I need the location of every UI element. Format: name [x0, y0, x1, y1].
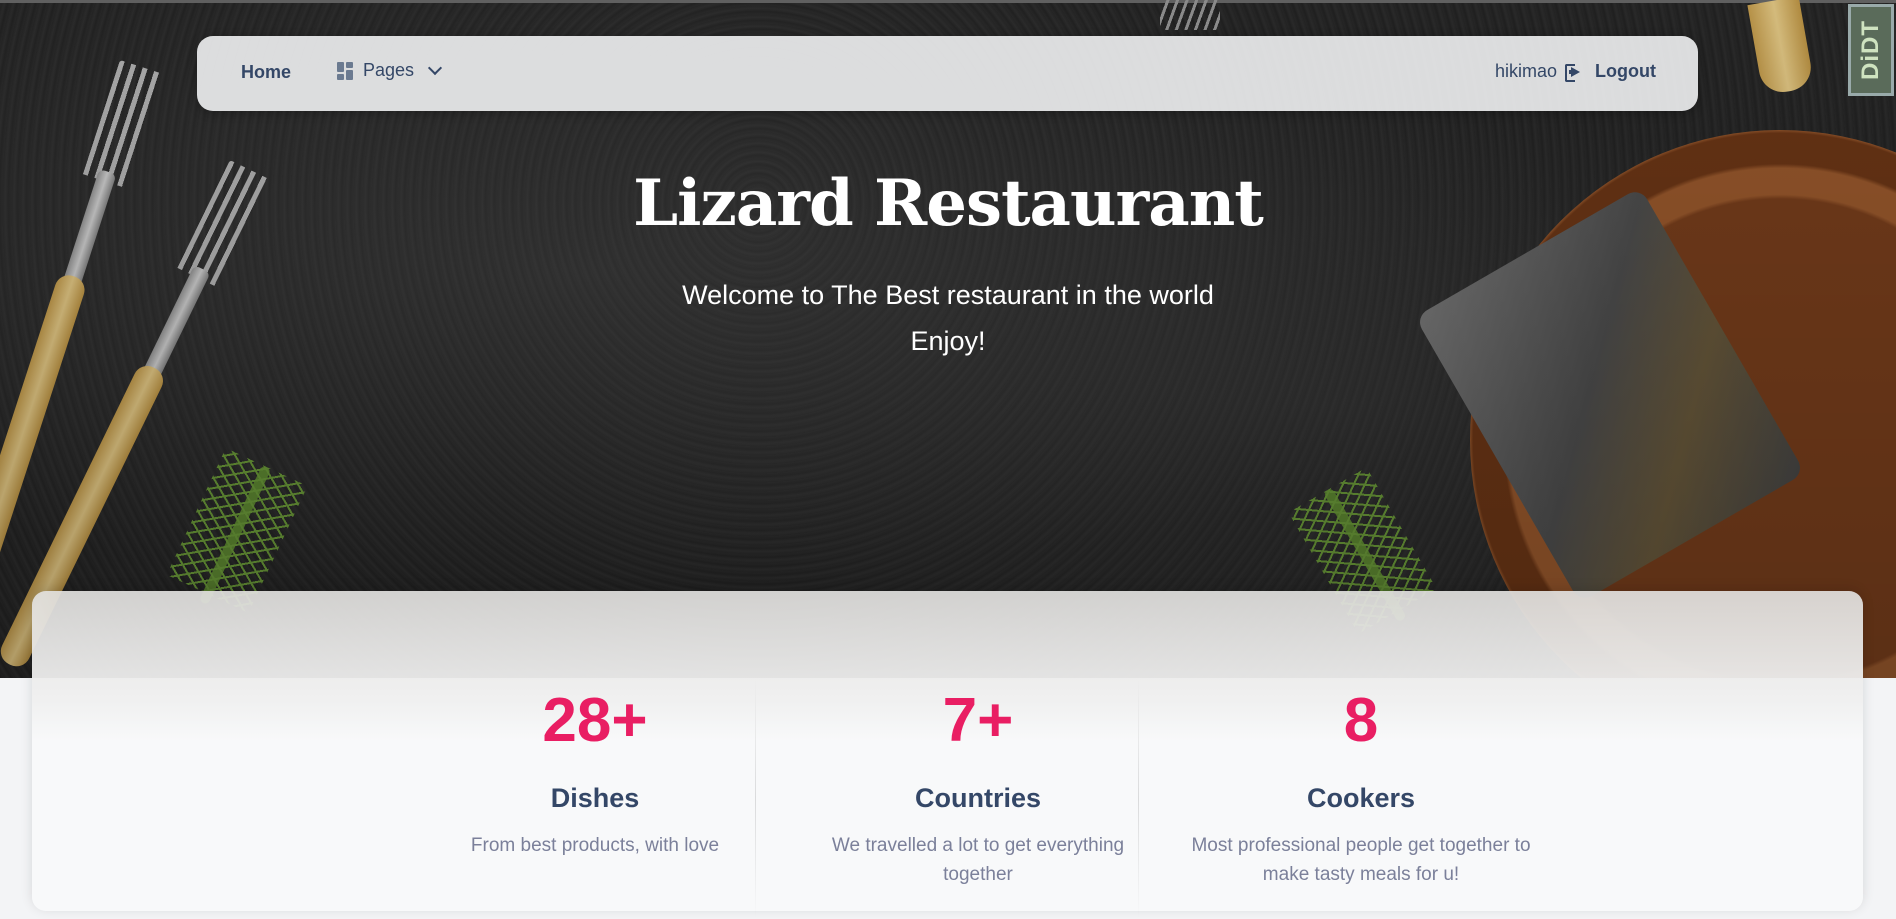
stat-cookers: 8 Cookers Most professional people get t… — [1170, 591, 1552, 911]
dashboard-icon — [337, 61, 353, 80]
stat-value: 8 — [1343, 686, 1379, 755]
stats-card: 28+ Dishes From best products, with love… — [32, 591, 1863, 919]
divider — [1138, 679, 1139, 919]
stat-label: Dishes — [550, 783, 640, 813]
hero-subtitle-line2: Enjoy! — [910, 326, 986, 356]
didt-logo[interactable]: DiDT — [1848, 4, 1894, 96]
nav-home-link[interactable]: Home — [241, 62, 291, 83]
logo-text: DiDT — [1857, 20, 1884, 80]
hero-title: Lizard Restaurant — [633, 166, 1264, 241]
stat-dishes: 28+ Dishes From best products, with love — [404, 591, 786, 911]
hero-subtitle-line1: Welcome to The Best restaurant in the wo… — [682, 280, 1214, 310]
user-area: hikimao Logout — [1495, 61, 1656, 82]
stat-countries: 7+ Countries We travelled a lot to get e… — [787, 591, 1169, 911]
stat-label: Cookers — [1306, 783, 1416, 813]
stat-value: 28+ — [542, 686, 648, 755]
hero-subtitle: Welcome to The Best restaurant in the wo… — [0, 272, 1896, 364]
nav-pages-dropdown[interactable]: Pages — [337, 60, 443, 81]
divider — [755, 679, 756, 919]
nav-pages-label: Pages — [363, 60, 415, 80]
username-label: hikimao — [1494, 61, 1558, 81]
logout-icon[interactable] — [1565, 63, 1583, 82]
stat-description: From best products, with love — [470, 835, 720, 856]
stat-label: Countries — [914, 783, 1041, 813]
navbar: Home Pages hikimao Logout — [197, 36, 1698, 111]
stat-description: Most professional people get together to… — [1191, 835, 1531, 885]
logout-link[interactable]: Logout — [1595, 61, 1656, 82]
chevron-down-icon — [427, 60, 443, 76]
stat-description: We travelled a lot to get everything tog… — [831, 835, 1125, 885]
stat-value: 7+ — [942, 686, 1014, 755]
